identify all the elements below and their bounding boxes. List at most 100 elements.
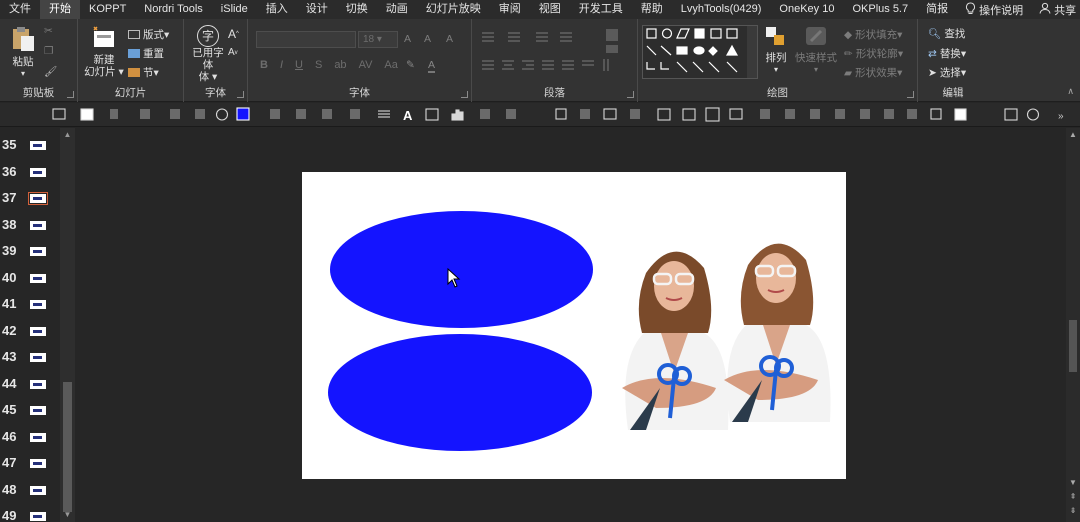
canvas-scrollbar-thumb[interactable] — [1069, 320, 1077, 372]
tab-16[interactable]: OKPlus 5.7 — [843, 0, 917, 19]
slide[interactable] — [302, 172, 846, 479]
slide-thumbnail[interactable] — [30, 485, 46, 495]
slide-thumbnail[interactable] — [30, 353, 46, 362]
tab-1[interactable]: 开始 — [40, 0, 80, 19]
thumbnail-row[interactable]: 35 — [0, 131, 60, 157]
bold-button[interactable]: B — [260, 59, 268, 71]
increase-font-button[interactable]: A — [404, 33, 411, 45]
slide-thumbnail[interactable] — [30, 300, 46, 309]
font-name-combobox[interactable] — [256, 31, 356, 48]
slide-thumbnail[interactable] — [30, 459, 46, 468]
slide-thumbnail[interactable] — [30, 326, 46, 336]
tab-10[interactable]: 审阅 — [490, 0, 530, 19]
next-slide-button[interactable]: ⇟ — [1068, 506, 1078, 515]
tab-2[interactable]: KOPPT — [80, 0, 135, 19]
slide-thumbnail[interactable] — [30, 247, 46, 256]
italic-button[interactable]: I — [280, 59, 283, 71]
replace-button[interactable]: ⇄ 替换 ▾ — [928, 46, 966, 61]
find-button[interactable]: 🔍︎ 查找 — [928, 26, 965, 41]
font-color-button[interactable]: A — [428, 59, 436, 73]
previous-slide-button[interactable]: ⇞ — [1068, 492, 1078, 501]
paste-button[interactable]: 粘贴 ▾ — [6, 25, 40, 80]
layout-button[interactable]: 版式 ▾ — [128, 27, 169, 42]
ellipse-shape-top[interactable] — [330, 211, 593, 328]
font-size-combobox[interactable]: 18 ▾ — [358, 31, 398, 48]
thumbnail-row[interactable]: 48 — [0, 476, 60, 502]
drawing-launcher[interactable] — [907, 91, 914, 98]
tab-15[interactable]: OneKey 10 — [770, 0, 843, 19]
tab-6[interactable]: 设计 — [297, 0, 337, 19]
slide-thumbnail[interactable] — [30, 273, 46, 283]
decrease-font-button[interactable]: A — [424, 33, 431, 45]
tab-0[interactable]: 文件 — [0, 0, 40, 19]
tab-8[interactable]: 动画 — [377, 0, 417, 19]
doctor-photo-1[interactable] — [616, 238, 734, 430]
section-button[interactable]: 节 ▾ — [128, 65, 159, 80]
canvas-scroll-up-arrow[interactable]: ▲ — [1068, 130, 1078, 139]
shape-outline-button[interactable]: ✏ 形状轮廓 ▾ — [844, 46, 903, 61]
thumbnail-row[interactable]: 39 — [0, 237, 60, 263]
thumbnail-scrollbar-thumb[interactable] — [63, 382, 72, 512]
slide-thumbnail[interactable] — [30, 432, 46, 442]
highlight-button[interactable]: ✎ — [406, 59, 415, 71]
new-slide-button[interactable]: 新建 幻灯片 ▾ — [84, 25, 124, 78]
share-button[interactable]: 共享 — [1031, 2, 1080, 18]
thumbnail-row[interactable]: 37 — [0, 184, 60, 210]
scroll-up-arrow[interactable]: ▲ — [63, 130, 72, 139]
paragraph-launcher[interactable] — [627, 91, 634, 98]
thumbnail-row[interactable]: 46 — [0, 423, 60, 449]
reset-button[interactable]: 重置 — [128, 46, 164, 61]
shape-effects-button[interactable]: ▰ 形状效果 ▾ — [844, 65, 902, 80]
thumbnail-row[interactable]: 41 — [0, 290, 60, 316]
copy-button[interactable]: ❐ — [44, 45, 53, 57]
strikethrough-button[interactable]: ab — [334, 59, 346, 71]
quick-styles-button[interactable]: 快速样式 ▾ — [794, 25, 838, 76]
thumbnail-row[interactable]: 49 — [0, 502, 60, 522]
slide-thumbnail[interactable] — [30, 406, 46, 415]
grow-font-button[interactable]: A ^ — [228, 27, 239, 41]
tab-7[interactable]: 切换 — [337, 0, 377, 19]
clipboard-launcher[interactable] — [67, 91, 74, 98]
thumbnail-row[interactable]: 38 — [0, 211, 60, 237]
underline-button[interactable]: U — [295, 59, 303, 71]
cut-button[interactable]: ✂ — [44, 25, 53, 37]
thumbnail-row[interactable]: 43 — [0, 343, 60, 369]
tab-12[interactable]: 开发工具 — [570, 0, 632, 19]
collapse-ribbon-button[interactable]: ∧ — [1067, 86, 1074, 97]
tab-14[interactable]: LvyhTools(0429) — [672, 0, 771, 19]
select-button[interactable]: ➤ 选择 ▾ — [928, 65, 966, 80]
tab-9[interactable]: 幻灯片放映 — [417, 0, 490, 19]
format-painter-button[interactable]: 🖌 — [44, 65, 57, 78]
tab-11[interactable]: 视图 — [530, 0, 570, 19]
clear-format-button[interactable]: A — [446, 33, 453, 45]
shapes-gallery[interactable] — [642, 25, 758, 79]
canvas-scrollbar[interactable]: ▲ ▼ ⇞ ⇟ — [1066, 128, 1080, 522]
shape-fill-button[interactable]: ◆ 形状填充 ▾ — [844, 27, 902, 42]
tell-me-button[interactable]: 操作说明 — [957, 1, 1031, 18]
font-launcher[interactable] — [461, 91, 468, 98]
ellipse-shape-bottom[interactable] — [328, 334, 592, 451]
tab-4[interactable]: iSlide — [212, 0, 257, 19]
thumbnail-row[interactable]: 42 — [0, 317, 60, 343]
scroll-down-arrow[interactable]: ▼ — [63, 510, 72, 519]
slide-thumbnail[interactable] — [30, 379, 46, 389]
tab-17[interactable]: 简报 — [917, 0, 957, 19]
slide-thumbnail[interactable] — [30, 167, 46, 177]
canvas-scroll-down-arrow[interactable]: ▼ — [1068, 478, 1078, 487]
case-button[interactable]: Aa — [384, 59, 397, 71]
thumbnail-row[interactable]: 40 — [0, 264, 60, 290]
shrink-font-button[interactable]: Av — [228, 47, 238, 58]
slide-thumbnail[interactable] — [30, 220, 46, 230]
slide-thumbnail[interactable] — [30, 141, 46, 150]
tab-5[interactable]: 插入 — [257, 0, 297, 19]
slide-thumbnail[interactable] — [28, 192, 48, 205]
shadow-button[interactable]: S — [315, 59, 322, 71]
slide-thumbnail[interactable] — [30, 512, 46, 521]
thumbnail-row[interactable]: 45 — [0, 396, 60, 422]
tab-3[interactable]: Nordri Tools — [135, 0, 212, 19]
spacing-button[interactable]: AV — [359, 59, 373, 71]
doctor-photo-2[interactable] — [718, 230, 836, 422]
used-font-launcher[interactable] — [237, 91, 244, 98]
thumbnail-scrollbar[interactable]: ▲ ▼ — [60, 128, 75, 522]
used-font-button[interactable]: 字 已用字体 体 ▾ — [190, 25, 226, 83]
